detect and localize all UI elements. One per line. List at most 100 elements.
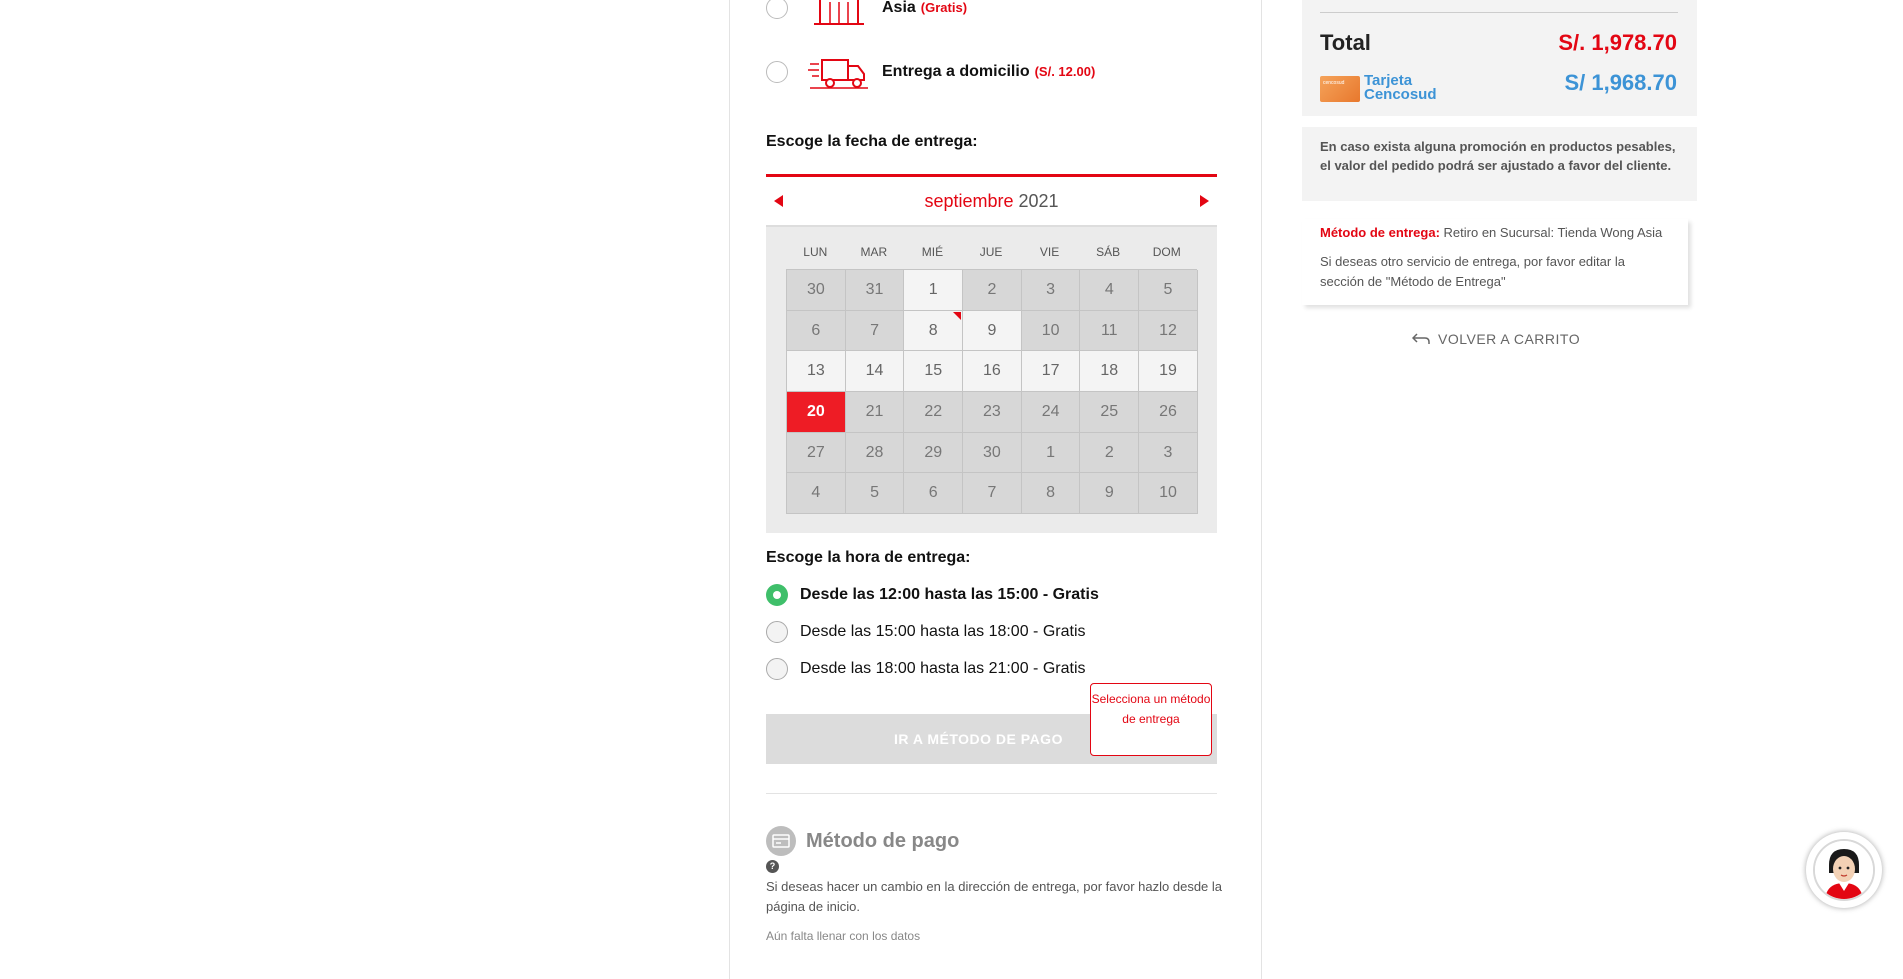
calendar-day: 3 [1139,432,1198,474]
assistant-avatar-icon [1813,839,1875,901]
calendar-day: 10 [1139,473,1198,515]
summary-divider [1320,12,1678,13]
promo-note: En caso exista alguna promoción en produ… [1302,127,1697,201]
calendar-day: 22 [904,392,964,433]
address-change-note: Si deseas hacer un cambio en la direcció… [766,879,1223,914]
back-to-cart-link[interactable]: VOLVER A CARRITO [1412,331,1580,347]
calendar-day: 2 [1080,432,1140,474]
date-section-title: Escoge la fecha de entrega: [766,133,978,150]
prev-month-arrow-icon[interactable] [774,195,783,207]
calendar-day[interactable]: 16 [963,351,1022,393]
delivery-truck-icon [808,59,868,89]
calendar-day[interactable]: 9 [963,310,1022,352]
back-to-cart-label: VOLVER A CARRITO [1438,331,1581,347]
calendar-day: 10 [1021,310,1081,352]
time-slot-option[interactable]: Desde las 12:00 hasta las 15:00 - Gratis [766,584,1099,606]
calendar-header: septiembre 2021 [766,177,1217,227]
select-delivery-tooltip: Selecciona un método de entrega [1090,683,1212,756]
calendar-day: 6 [904,473,964,515]
time-slot-radio[interactable] [766,621,788,643]
total-label: Total [1320,30,1371,55]
calendar-day[interactable]: 15 [904,351,964,393]
calendar-day: 31 [845,270,905,311]
calendar-day: 28 [845,432,905,474]
calendar-day: 26 [1139,392,1198,433]
delivery-method-value: Retiro en Sucursal: Tienda Wong Asia [1443,225,1663,240]
calendar-day: 12 [1139,310,1198,352]
weekday-tue: MAR [860,245,888,259]
left-divider [729,0,730,979]
time-slot-option[interactable]: Desde las 18:00 hasta las 21:00 - Gratis [766,658,1086,680]
weekday-thu: JUE [979,245,1003,259]
weekday-wed: MIÉ [921,245,944,259]
calendar-day: 2 [963,270,1022,311]
store-icon [814,0,864,25]
calendar-day: 27 [787,432,846,474]
weekday-sat: SÁB [1096,245,1121,259]
calendar-day: 30 [787,270,846,311]
time-slot-label: Desde las 18:00 hasta las 21:00 - Gratis [800,660,1086,677]
calendar-day: 3 [1021,270,1081,311]
time-slot-radio[interactable] [766,658,788,680]
delivery-method-card: Método de entrega: Retiro en Sucursal: T… [1302,219,1688,305]
calendar-day: 1 [1021,432,1081,474]
calendar-day: 29 [904,432,964,474]
calendar-day[interactable]: 18 [1080,351,1140,393]
home-delivery-radio[interactable] [766,61,788,83]
time-section-title: Escoge la hora de entrega: [766,549,971,566]
calendar-day[interactable]: 13 [787,351,846,393]
pickup-price: (Gratis) [920,0,968,15]
calendar-day[interactable]: 14 [845,351,905,393]
time-slot-radio-selected[interactable] [766,584,788,606]
pending-data-note: Aún falta llenar con los datos [766,929,921,943]
next-month-arrow-icon[interactable] [1199,195,1209,207]
card-label: Tarjeta Cencosud [1364,72,1437,103]
help-icon[interactable]: ? [766,860,779,873]
cencosud-card-icon: cencosud [1320,76,1360,102]
chat-assistant-button[interactable] [1806,832,1882,908]
time-slot-option[interactable]: Desde las 15:00 hasta las 18:00 - Gratis [766,621,1086,643]
calendar-month-year: septiembre 2021 [924,191,1058,212]
calendar-day[interactable]: 20 [787,392,846,433]
calendar-day: 4 [787,473,846,515]
calendar-day: 6 [787,310,846,352]
payment-method-title: Método de pago [806,829,960,852]
calendar-day: 25 [1080,392,1140,433]
calendar-day: 5 [1139,270,1198,311]
calendar-day[interactable]: 8 [904,310,964,352]
calendar-day: 4 [1080,270,1140,311]
pickup-radio[interactable] [766,0,788,19]
weekday-mon: LUN [803,245,828,259]
right-divider [1261,0,1262,979]
home-delivery-label: Entrega a domicilio [882,63,1030,80]
calendar-day: 9 [1080,473,1140,515]
home-delivery-price: (S/. 12.00) [1034,64,1096,79]
calendar-body: LUN MAR MIÉ JUE VIE SÁB DOM 30 31 1 2 3 4 5 6 7 8… [766,227,1217,533]
calendar-day: 21 [845,392,905,433]
delivery-option-pickup[interactable]: Asia (Gratis) [766,0,967,28]
order-summary: Total S/. 1,978.70 cencosud Tarjeta Cenc… [1302,0,1697,116]
calendar-day: 7 [845,310,905,352]
section-divider [766,793,1217,794]
delivery-option-home[interactable]: Entrega a domicilio (S/. 12.00) [766,52,1095,92]
delivery-method-note: Si deseas otro servicio de entrega, por … [1320,254,1625,289]
total-value: S/. 1,978.70 [1558,30,1677,55]
calendar-day: 23 [963,392,1022,433]
calendar-day: 24 [1021,392,1081,433]
return-arrow-icon [1412,333,1430,344]
calendar-day[interactable]: 17 [1021,351,1081,393]
card-logo-text: cencosud [1323,80,1345,86]
calendar-day: 5 [845,473,905,515]
calendar-month: septiembre [924,190,1014,211]
pickup-label: Asia [882,0,916,16]
calendar-day[interactable]: 1 [904,270,964,311]
delivery-method-line: Método de entrega: Retiro en Sucursal: T… [1320,225,1670,240]
calendar-weekdays: LUN MAR MIÉ JUE VIE SÁB DOM [786,245,1196,259]
time-slot-label: Desde las 15:00 hasta las 18:00 - Gratis [800,623,1086,640]
calendar-day[interactable]: 19 [1139,351,1198,393]
credit-card-icon [766,826,796,856]
weekday-fri: VIE [1039,245,1060,259]
calendar-day: 8 [1021,473,1081,515]
delivery-method-label: Método de entrega: [1320,225,1440,240]
time-slot-label: Desde las 12:00 hasta las 15:00 - Gratis [800,586,1099,603]
